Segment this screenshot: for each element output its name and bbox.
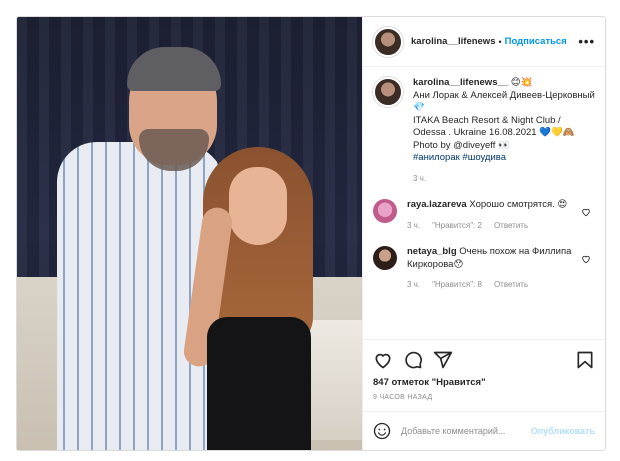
- commenter-avatar[interactable]: [373, 246, 397, 270]
- post-photo[interactable]: [17, 17, 362, 450]
- more-options-icon[interactable]: •••: [578, 34, 595, 49]
- caption: karolina__lifenews__ 😊💥 Ани Лорак & Алек…: [373, 77, 595, 185]
- caption-emoji: 😊💥: [510, 77, 533, 88]
- author-avatar[interactable]: [373, 26, 403, 57]
- instagram-post: karolina__lifenews • Подписаться ••• kar…: [16, 16, 606, 451]
- post-sidebar: karolina__lifenews • Подписаться ••• kar…: [362, 17, 605, 450]
- caption-line-2: ITAKA Beach Resort & Night Club / Odessa…: [413, 114, 575, 139]
- caption-username[interactable]: karolina__lifenews__: [413, 77, 508, 88]
- post-header: karolina__lifenews • Подписаться •••: [363, 17, 605, 67]
- comment-row: netaya_blg Очень похож на Филлипа Киркор…: [373, 246, 595, 292]
- commenter-avatar[interactable]: [373, 199, 397, 223]
- comment-likes[interactable]: "Нравится": 8: [432, 279, 482, 292]
- follow-button[interactable]: Подписаться: [505, 36, 567, 47]
- comment-text: Хорошо смотрятся. 😍: [469, 199, 568, 210]
- comment-like-heart-icon[interactable]: [581, 254, 591, 264]
- separator-dot: •: [498, 36, 502, 47]
- add-comment-bar: Добавьте комментарий... Опубликовать: [363, 411, 605, 450]
- post-actions: 847 отметок "Нравится" 9 ЧАСОВ НАЗАД: [363, 339, 605, 411]
- comments-section: karolina__lifenews__ 😊💥 Ани Лорак & Алек…: [363, 67, 605, 339]
- caption-hashtags[interactable]: #анилорак #шоудива: [413, 152, 506, 163]
- comment-time: 3 ч.: [407, 280, 421, 289]
- comment-time: 3 ч.: [407, 220, 421, 230]
- comment-input[interactable]: Добавьте комментарий...: [401, 426, 531, 436]
- woman-face: [229, 167, 287, 245]
- share-icon[interactable]: [433, 350, 453, 370]
- caption-avatar[interactable]: [373, 77, 403, 107]
- bookmark-icon[interactable]: [575, 350, 595, 370]
- caption-time: 3 ч.: [413, 173, 427, 183]
- comment-icon[interactable]: [403, 350, 423, 370]
- caption-line-3: Photo by @diveyeff 👀: [413, 139, 510, 151]
- author-username[interactable]: karolina__lifenews: [411, 36, 495, 47]
- comment-likes[interactable]: "Нравится": 2: [432, 220, 482, 233]
- comment-like-heart-icon[interactable]: [581, 207, 591, 217]
- comment-row: raya.lazareva Хорошо смотрятся. 😍 3 ч. "…: [373, 199, 595, 232]
- reply-button[interactable]: Ответить: [494, 279, 528, 292]
- post-time: 9 ЧАСОВ НАЗАД: [373, 394, 433, 401]
- caption-line-1: Ани Лорак & Алексей Дивеев-Церковный 💎: [413, 89, 595, 114]
- smiley-icon[interactable]: [373, 422, 391, 440]
- likes-count[interactable]: 847 отметок "Нравится": [373, 377, 595, 388]
- comment-username[interactable]: raya.lazareva: [407, 199, 467, 210]
- woman-black-dress: [207, 317, 311, 450]
- comment-username[interactable]: netaya_blg: [407, 246, 457, 257]
- heart-icon[interactable]: [373, 350, 393, 370]
- publish-button[interactable]: Опубликовать: [531, 426, 595, 436]
- reply-button[interactable]: Ответить: [494, 220, 528, 233]
